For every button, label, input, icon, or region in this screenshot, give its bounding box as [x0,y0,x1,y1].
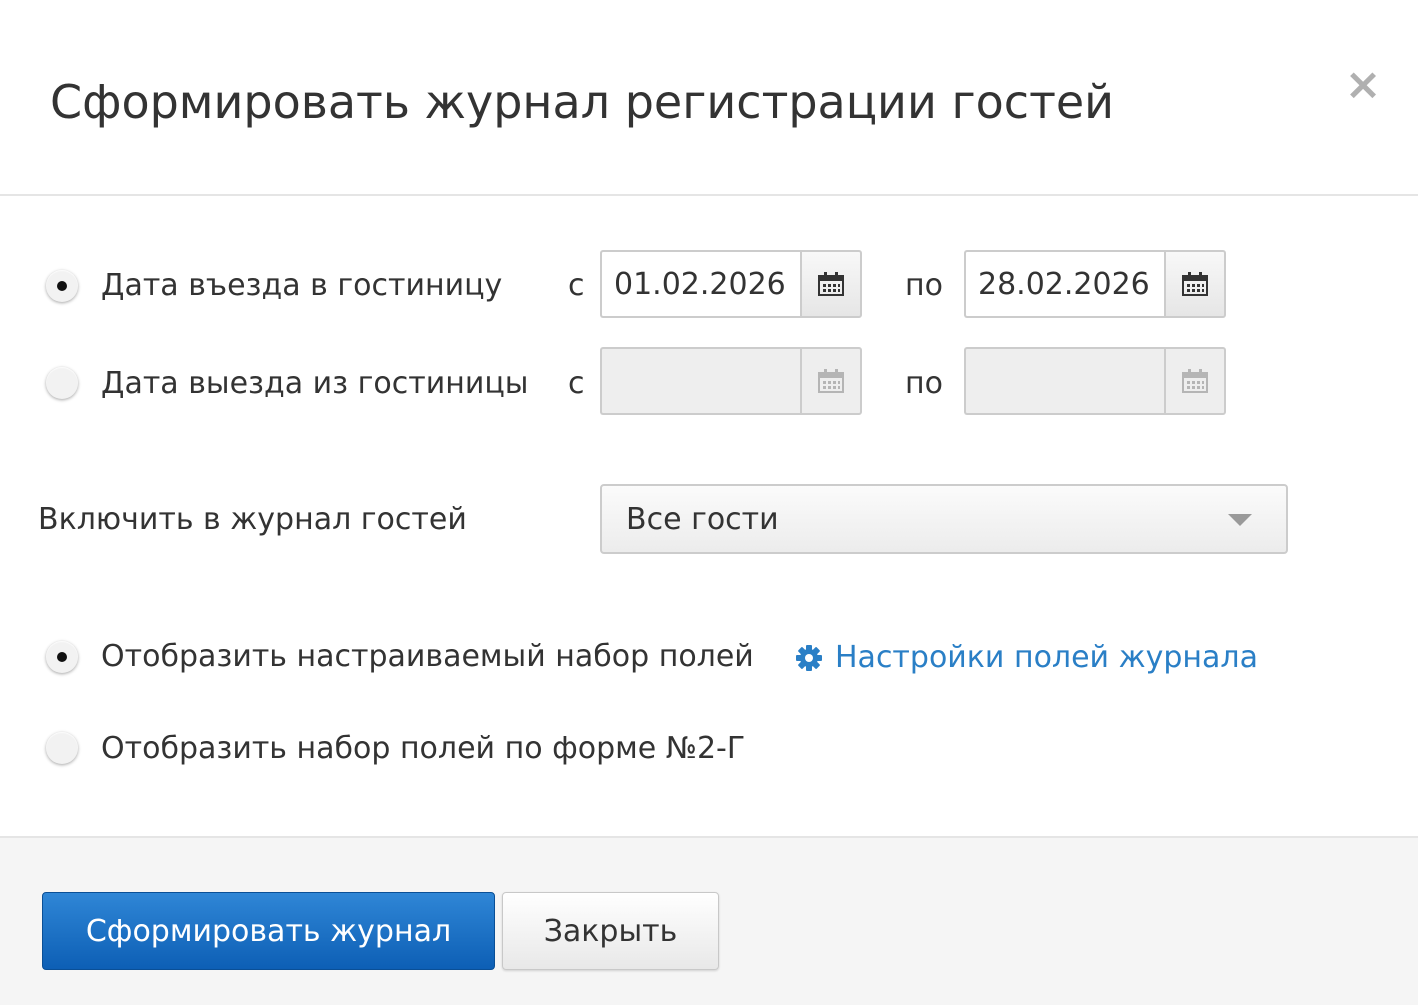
arrival-from-group [600,250,862,318]
custom-fields-label: Отобразить настраиваемый набор полей [101,639,754,674]
arrival-to-group [964,250,1226,318]
dialog-footer: Сформировать журнал Закрыть [0,836,1418,1005]
report-dialog: Сформировать журнал регистрации гостей ×… [0,0,1418,1005]
calendar-icon[interactable] [1164,250,1226,318]
calendar-icon[interactable] [800,347,862,415]
dialog-title: Сформировать журнал регистрации гостей [50,75,1115,129]
arrival-to-input[interactable] [964,250,1164,318]
departure-from-prefix: с [568,366,585,401]
departure-date-label: Дата выезда из гостиницы [101,366,529,401]
dialog-header: Сформировать журнал регистрации гостей × [0,0,1418,196]
radio-form-2g-fields[interactable] [46,732,78,764]
departure-from-group [600,347,862,415]
caret-down-icon [1228,514,1252,526]
include-guests-label: Включить в журнал гостей [38,502,467,537]
include-guests-value: Все гости [626,502,779,537]
generate-journal-button[interactable]: Сформировать журнал [42,892,495,970]
radio-departure-date[interactable] [46,367,78,399]
journal-field-settings-link[interactable]: Настройки полей журнала [795,638,1258,678]
departure-from-input[interactable] [600,347,800,415]
gear-icon [795,644,823,672]
arrival-from-prefix: с [568,268,585,303]
close-button[interactable]: Закрыть [502,892,719,970]
radio-custom-fields[interactable] [46,641,78,673]
include-guests-select[interactable]: Все гости [600,484,1288,554]
radio-arrival-date[interactable] [46,270,78,302]
arrival-from-input[interactable] [600,250,800,318]
form-2g-fields-label: Отобразить набор полей по форме №2-Г [101,731,746,766]
departure-to-prefix: по [905,366,943,401]
calendar-icon[interactable] [800,250,862,318]
arrival-to-prefix: по [905,268,943,303]
close-icon[interactable]: × [1340,60,1386,110]
departure-to-input[interactable] [964,347,1164,415]
settings-link-label: Настройки полей журнала [835,640,1258,675]
departure-to-group [964,347,1226,415]
arrival-date-label: Дата въезда в гостиницу [101,268,503,303]
calendar-icon[interactable] [1164,347,1226,415]
